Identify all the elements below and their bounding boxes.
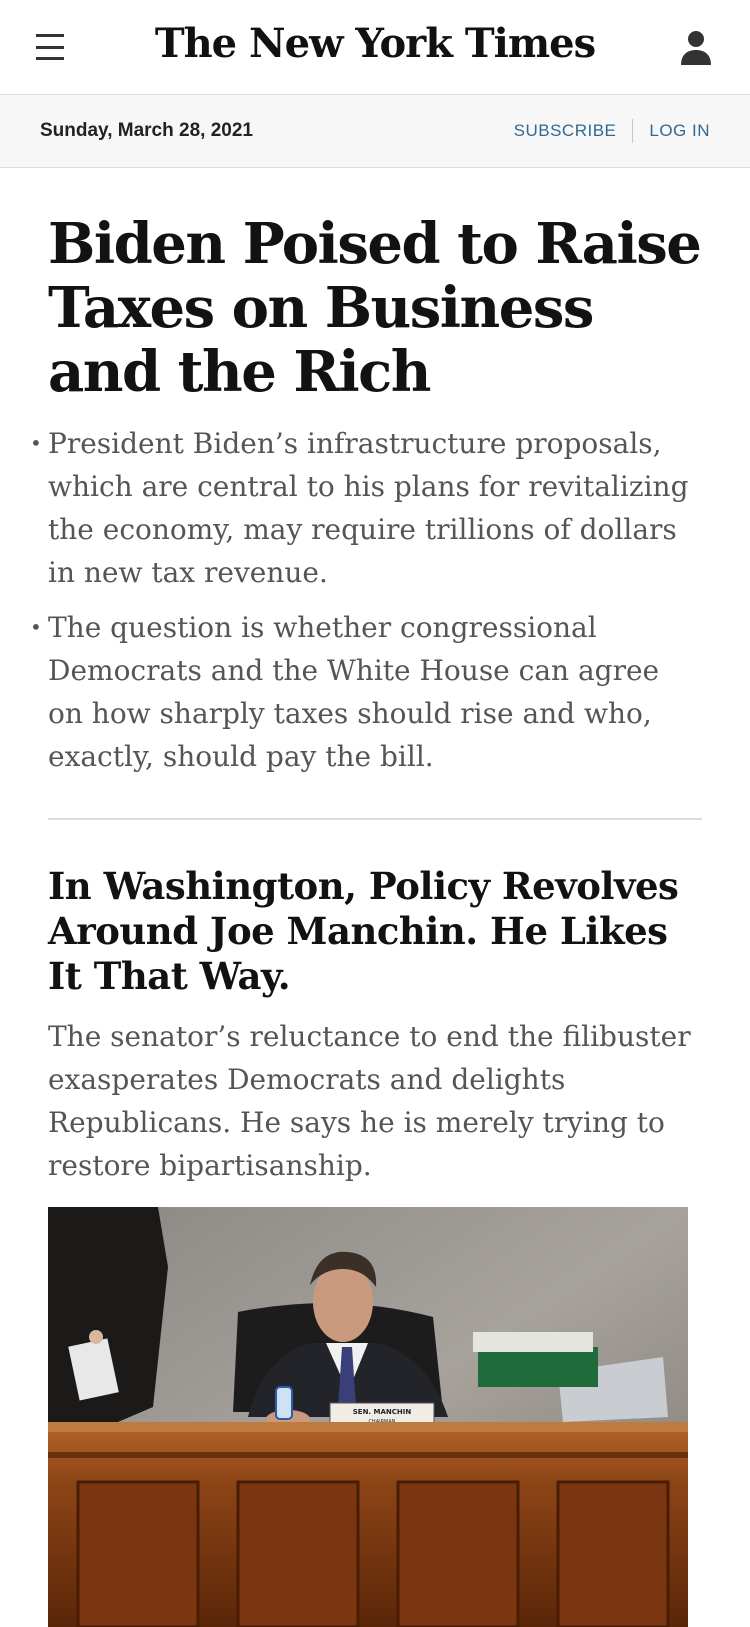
top-navigation-bar: The New York Times bbox=[0, 0, 750, 95]
summary-bullet-text: President Biden’s infrastructure proposa… bbox=[48, 427, 689, 589]
story-photo[interactable]: SEN. MANCHIN CHAIRMAN bbox=[48, 1207, 702, 1627]
auth-links: SUBSCRIBE LOG IN bbox=[514, 119, 710, 143]
date-bar: Sunday, March 28, 2021 SUBSCRIBE LOG IN bbox=[0, 95, 750, 168]
second-headline[interactable]: In Washington, Policy Revolves Around Jo… bbox=[48, 864, 702, 999]
bullet-icon: • bbox=[30, 615, 42, 639]
second-summary: The senator’s reluctance to end the fili… bbox=[48, 1020, 691, 1182]
auth-divider bbox=[632, 119, 634, 143]
current-date: Sunday, March 28, 2021 bbox=[40, 120, 253, 141]
nameplate-line-1: SEN. MANCHIN bbox=[353, 1408, 412, 1416]
summary-bullet-item: • The question is whether congressional … bbox=[30, 606, 702, 778]
summary-bullet-item: • President Biden’s infrastructure propo… bbox=[30, 422, 702, 594]
lead-headline[interactable]: Biden Poised to Raise Taxes on Business … bbox=[48, 212, 702, 404]
user-account-icon[interactable] bbox=[678, 28, 714, 68]
summary-bullet-text: The question is whether congressional De… bbox=[48, 611, 660, 773]
story-divider bbox=[48, 818, 702, 820]
subscribe-link[interactable]: SUBSCRIBE bbox=[514, 121, 617, 141]
nyt-logo[interactable]: The New York Times bbox=[0, 20, 750, 67]
lead-story[interactable]: Biden Poised to Raise Taxes on Business … bbox=[30, 168, 702, 778]
bullet-icon: • bbox=[30, 431, 42, 455]
lead-summary-list: • President Biden’s infrastructure propo… bbox=[30, 422, 702, 778]
second-story[interactable]: In Washington, Policy Revolves Around Jo… bbox=[48, 864, 702, 1627]
main-content: Biden Poised to Raise Taxes on Business … bbox=[0, 168, 750, 1627]
login-link[interactable]: LOG IN bbox=[649, 121, 710, 141]
